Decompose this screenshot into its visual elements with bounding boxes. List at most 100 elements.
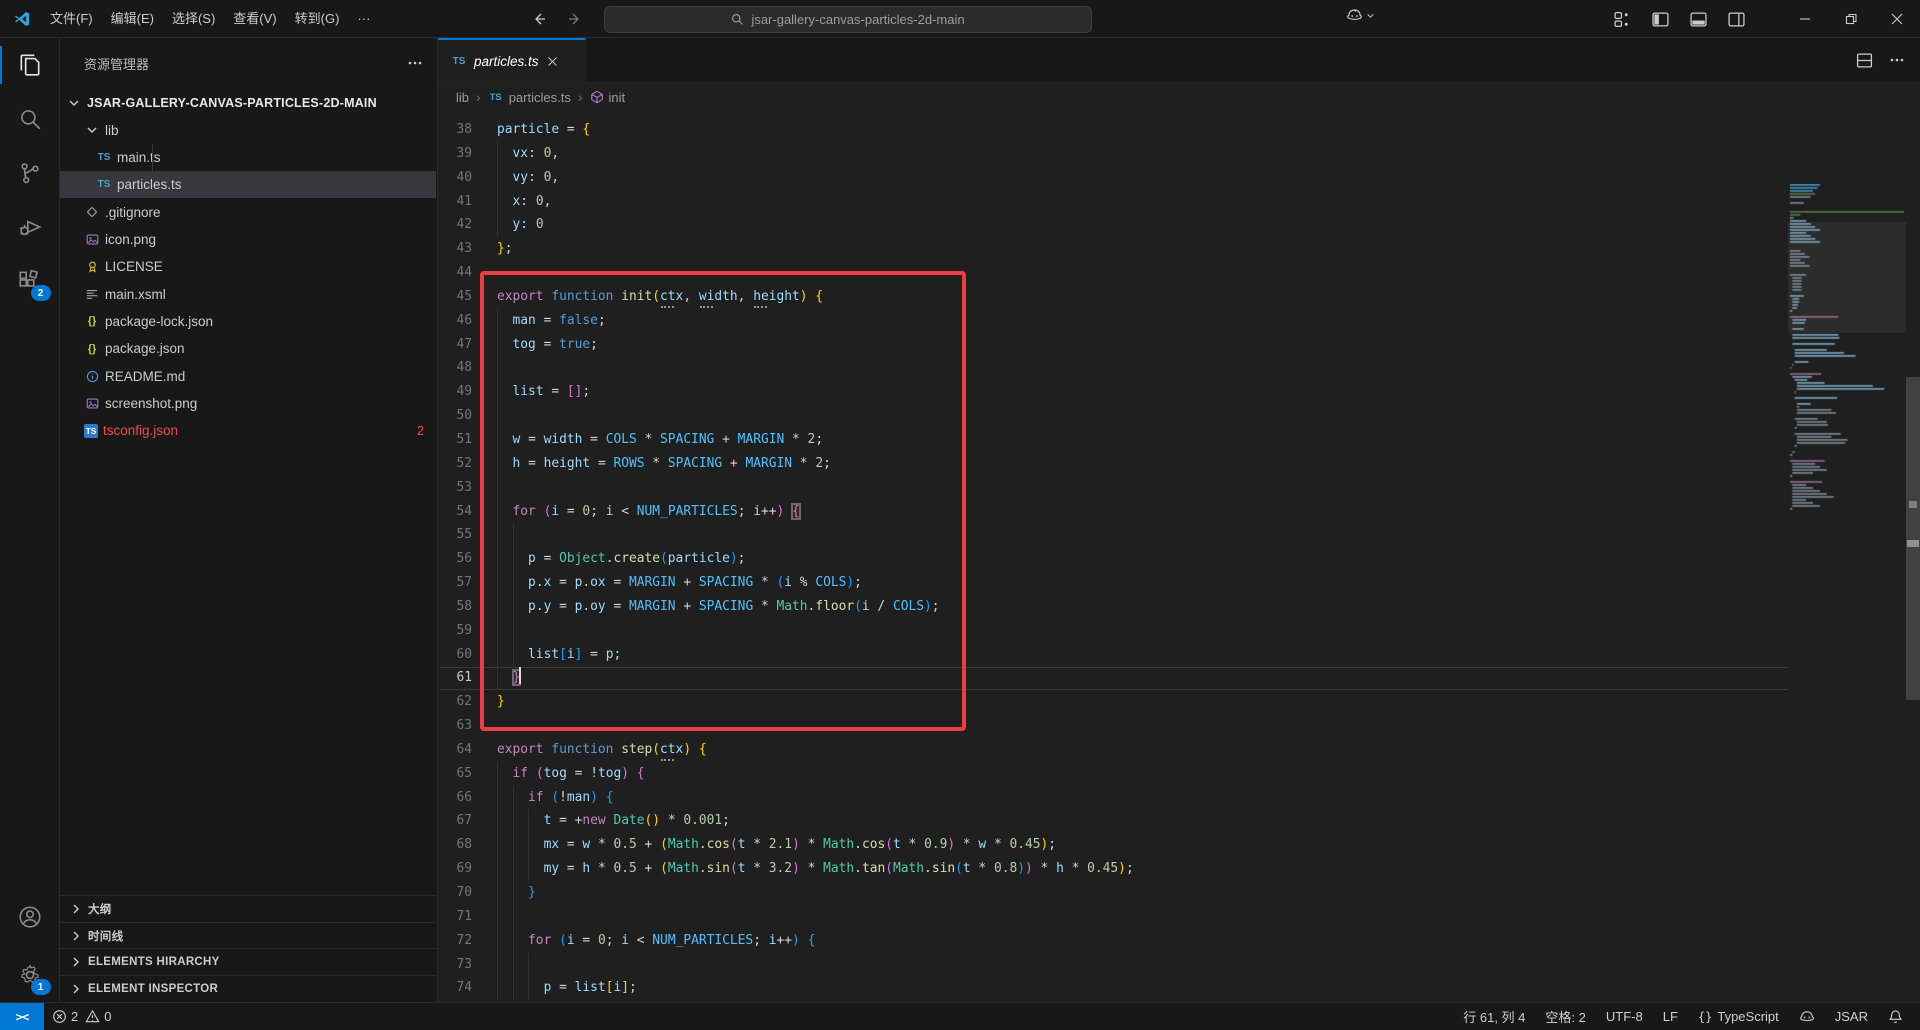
explorer-more-actions-icon[interactable] xyxy=(407,55,423,71)
code-line-57[interactable]: 57 p.x = p.ox = MARGIN + SPACING * (i % … xyxy=(438,571,1788,595)
tree-item-particles.ts[interactable]: TSparticles.ts xyxy=(60,171,436,198)
menu-4[interactable]: 查看(V) xyxy=(224,5,285,33)
editor-more-actions-icon[interactable] xyxy=(1889,52,1905,68)
code-line-68[interactable]: 68 mx = w * 0.5 + (Math.cos(t * 2.1) * M… xyxy=(438,833,1788,857)
tree-item-.gitignore[interactable]: .gitignore xyxy=(60,198,436,225)
code-line-52[interactable]: 52 h = height = ROWS * SPACING + MARGIN … xyxy=(438,452,1788,476)
code-line-55[interactable]: 55 xyxy=(438,523,1788,547)
toggle-panel-icon[interactable] xyxy=(1690,11,1707,28)
code-line-62[interactable]: 62} xyxy=(438,690,1788,714)
code-line-66[interactable]: 66 if (!man) { xyxy=(438,786,1788,810)
activity-settings[interactable]: 1 xyxy=(0,948,60,1002)
vertical-scrollbar[interactable] xyxy=(1906,111,1920,1002)
menu-5[interactable]: 转到(G) xyxy=(286,5,349,33)
code-line-72[interactable]: 72 for (i = 0; i < NUM_PARTICLES; i++) { xyxy=(438,929,1788,953)
tree-item-icon.png[interactable]: icon.png xyxy=(60,226,436,253)
breadcrumb-item-particles.ts[interactable]: TSparticles.ts xyxy=(488,89,571,105)
tree-item-main.ts[interactable]: TSmain.ts xyxy=(60,144,436,171)
minimize-button[interactable] xyxy=(1782,0,1828,38)
activity-explorer[interactable] xyxy=(0,38,60,92)
menu-overflow[interactable]: ··· xyxy=(348,5,379,33)
close-tab-icon[interactable] xyxy=(546,55,559,68)
status-language-mode[interactable]: {}TypeScript xyxy=(1693,1009,1784,1024)
code-line-54[interactable]: 54 for (i = 0; i < NUM_PARTICLES; i++) { xyxy=(438,500,1788,524)
breadcrumb-item-lib[interactable]: lib xyxy=(456,90,469,105)
tab-particles-ts[interactable]: TS particles.ts xyxy=(438,38,586,82)
activity-search[interactable] xyxy=(0,92,60,146)
code-line-38[interactable]: 38particle = { xyxy=(438,118,1788,142)
status-notifications[interactable] xyxy=(1883,1009,1908,1024)
close-window-button[interactable] xyxy=(1874,0,1920,38)
code-line-50[interactable]: 50 xyxy=(438,404,1788,428)
code-line-42[interactable]: 42 y: 0 xyxy=(438,213,1788,237)
activity-source-control[interactable] xyxy=(0,146,60,200)
split-editor-icon[interactable] xyxy=(1856,52,1873,69)
tree-item-tsconfig.json[interactable]: TStsconfig.json2 xyxy=(60,417,436,444)
tree-item-package.json[interactable]: {}package.json xyxy=(60,335,436,362)
status-copilot-status[interactable] xyxy=(1794,1009,1820,1025)
code-line-46[interactable]: 46 man = false; xyxy=(438,309,1788,333)
breadcrumb-item-init[interactable]: init xyxy=(590,90,626,105)
menu-1[interactable]: 文件(F) xyxy=(41,5,102,33)
activity-accounts[interactable] xyxy=(0,890,60,944)
code-line-40[interactable]: 40 vy: 0, xyxy=(438,166,1788,190)
restore-button[interactable] xyxy=(1828,0,1874,38)
status-indentation[interactable]: 空格: 2 xyxy=(1540,1007,1590,1026)
code-line-70[interactable]: 70 } xyxy=(438,881,1788,905)
copilot-button[interactable] xyxy=(1346,7,1375,24)
status-cursor-position[interactable]: 行 61, 列 4 xyxy=(1458,1007,1530,1026)
code-line-48[interactable]: 48 xyxy=(438,356,1788,380)
tree-item-lib[interactable]: lib xyxy=(60,116,436,143)
code-line-45[interactable]: 45export function init(ctx, width, heigh… xyxy=(438,285,1788,309)
activity-run-debug[interactable] xyxy=(0,200,60,254)
code-line-51[interactable]: 51 w = width = COLS * SPACING + MARGIN *… xyxy=(438,428,1788,452)
tree-item-screenshot.png[interactable]: screenshot.png xyxy=(60,390,436,417)
nav-forward-icon[interactable] xyxy=(563,7,587,31)
tree-item-package-lock.json[interactable]: {}package-lock.json xyxy=(60,308,436,335)
tree-item-main.xsml[interactable]: main.xsml xyxy=(60,280,436,307)
code-line-41[interactable]: 41 x: 0, xyxy=(438,190,1788,214)
code-line-74[interactable]: 74 p = list[i]; xyxy=(438,976,1788,1000)
sidebar-section-4[interactable]: ELEMENT INSPECTOR xyxy=(60,975,436,1002)
menu-2[interactable]: 编辑(E) xyxy=(102,5,163,33)
code-line-60[interactable]: 60 list[i] = p; xyxy=(438,643,1788,667)
minimap-slider[interactable] xyxy=(1788,222,1906,333)
status-eol[interactable]: LF xyxy=(1658,1009,1683,1024)
code-line-53[interactable]: 53 xyxy=(438,476,1788,500)
tree-item-jsar-gallery-canvas-particles-2d-main[interactable]: JSAR-GALLERY-CANVAS-PARTICLES-2D-MAIN xyxy=(60,89,436,116)
code-line-56[interactable]: 56 p = Object.create(particle); xyxy=(438,547,1788,571)
code-line-39[interactable]: 39 vx: 0, xyxy=(438,142,1788,166)
code-line-69[interactable]: 69 my = h * 0.5 + (Math.sin(t * 3.2) * M… xyxy=(438,857,1788,881)
remote-indicator[interactable]: >< xyxy=(0,1003,44,1030)
code-line-59[interactable]: 59 xyxy=(438,619,1788,643)
tree-item-readme.md[interactable]: README.md xyxy=(60,362,436,389)
menu-3[interactable]: 选择(S) xyxy=(163,5,224,33)
code-area: 38particle = {39 vx: 0,40 vy: 0,41 x: 0,… xyxy=(438,111,1920,1002)
code-line-61[interactable]: 61 } xyxy=(438,666,1788,690)
code-line-47[interactable]: 47 tog = true; xyxy=(438,333,1788,357)
activity-extensions[interactable]: 2 xyxy=(0,254,60,308)
problems-status[interactable]: 2 0 xyxy=(52,1009,116,1024)
status-encoding[interactable]: UTF-8 xyxy=(1601,1009,1648,1024)
code-line-58[interactable]: 58 p.y = p.oy = MARGIN + SPACING * Math.… xyxy=(438,595,1788,619)
command-center-search[interactable]: jsar-gallery-canvas-particles-2d-main xyxy=(604,6,1092,33)
code-line-67[interactable]: 67 t = +new Date() * 0.001; xyxy=(438,809,1788,833)
sidebar-section-3[interactable]: ELEMENTS HIRARCHY xyxy=(60,948,436,975)
code-line-65[interactable]: 65 if (tog = !tog) { xyxy=(438,762,1788,786)
toggle-primary-sidebar-icon[interactable] xyxy=(1652,11,1669,28)
sidebar-section-1[interactable]: 大纲 xyxy=(60,895,436,922)
tree-item-license[interactable]: LICENSE xyxy=(60,253,436,280)
code-line-64[interactable]: 64export function step(ctx) { xyxy=(438,738,1788,762)
code-line-73[interactable]: 73 xyxy=(438,953,1788,977)
nav-back-icon[interactable] xyxy=(527,7,551,31)
code-line-71[interactable]: 71 xyxy=(438,905,1788,929)
code-line-44[interactable]: 44 xyxy=(438,261,1788,285)
sidebar-section-2[interactable]: 时间线 xyxy=(60,922,436,949)
toggle-secondary-sidebar-icon[interactable] xyxy=(1728,11,1745,28)
status-jsar[interactable]: JSAR xyxy=(1830,1009,1873,1024)
scrollbar-thumb[interactable] xyxy=(1906,377,1920,700)
code-line-43[interactable]: 43}; xyxy=(438,237,1788,261)
customize-layout-icon[interactable] xyxy=(1614,11,1631,28)
code-line-63[interactable]: 63 xyxy=(438,714,1788,738)
code-line-49[interactable]: 49 list = []; xyxy=(438,380,1788,404)
